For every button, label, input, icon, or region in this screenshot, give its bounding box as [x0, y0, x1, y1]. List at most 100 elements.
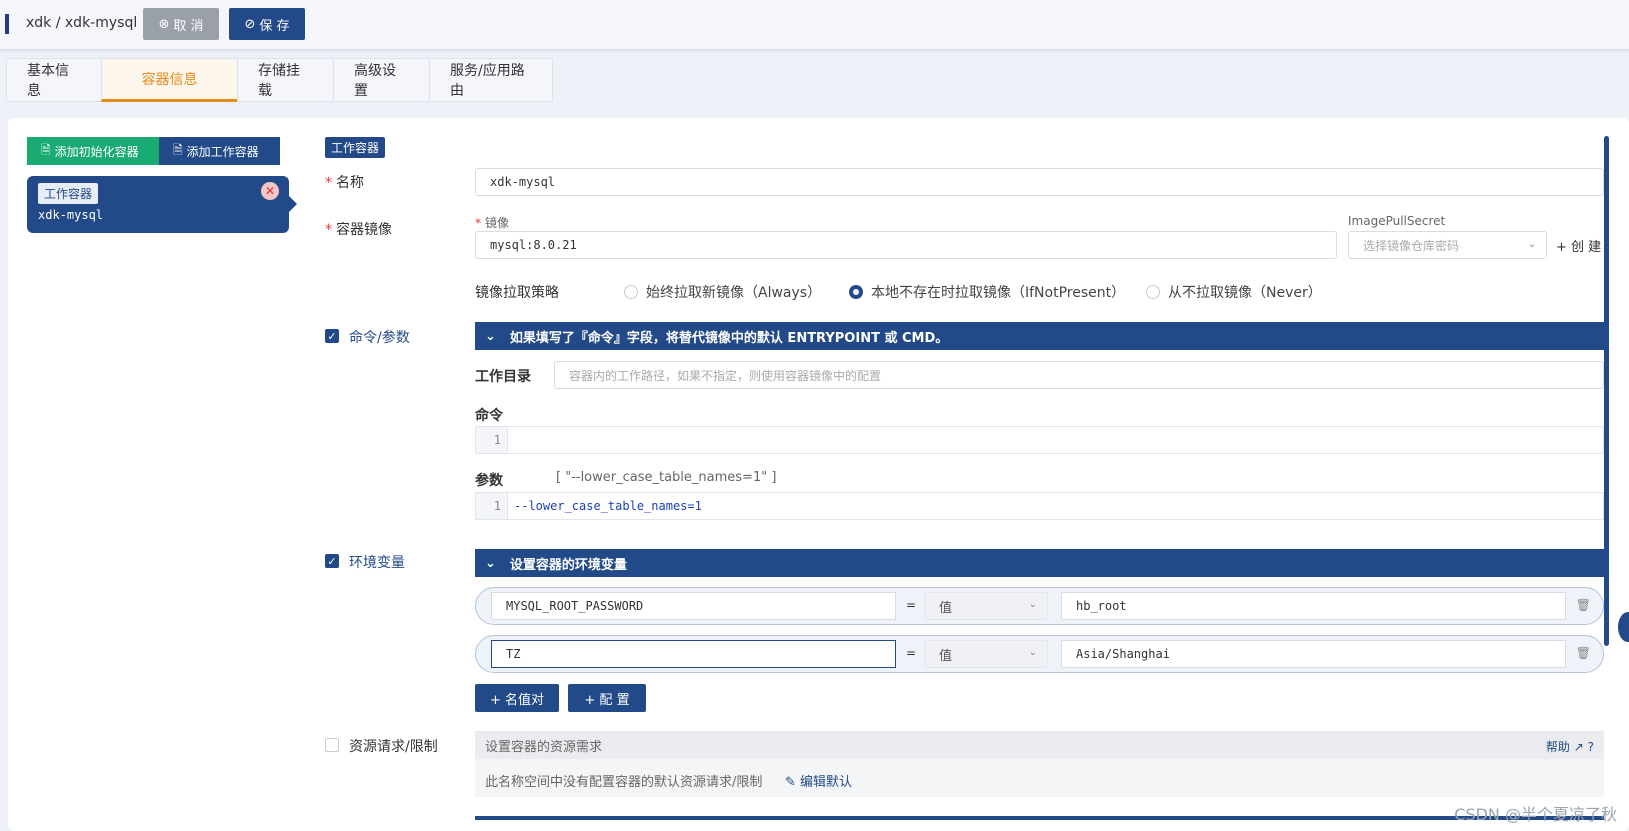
- resource-label[interactable]: 资源请求/限制: [349, 736, 438, 756]
- add-work-container-button[interactable]: 🗎 添加工作容器: [159, 137, 280, 165]
- env-name-input[interactable]: MYSQL_ROOT_PASSWORD: [491, 592, 896, 620]
- chevron-down-icon: ⌄: [1028, 647, 1037, 658]
- tab-basic-info[interactable]: 基本信息: [6, 58, 101, 102]
- name-input[interactable]: xdk-mysql: [475, 168, 1604, 196]
- external-link-icon: ↗: [1573, 740, 1584, 754]
- title-accent-bar: [5, 14, 9, 34]
- env-type-label: 值: [939, 600, 953, 616]
- radio-icon: [1146, 285, 1160, 299]
- file-add-icon: 🗎: [173, 142, 183, 157]
- add-config-button[interactable]: + 配 置: [568, 684, 646, 712]
- add-init-label: 添加初始化容器: [54, 144, 139, 159]
- env-eq: =: [906, 646, 917, 660]
- env-banner-text: 设置容器的环境变量: [509, 557, 627, 573]
- trash-icon[interactable]: 🗑: [1576, 646, 1591, 660]
- resource-box: 设置容器的资源需求 帮助 ↗ ? 此名称空间中没有配置容器的默认资源请求/限制 …: [475, 731, 1604, 797]
- workdir-label: 工作目录: [475, 369, 531, 385]
- env-banner[interactable]: ⌄ 设置容器的环境变量: [475, 549, 1604, 577]
- cmd-banner[interactable]: ⌄ 如果填写了『命令』字段，将替代镜像中的默认 ENTRYPOINT 或 CMD…: [475, 322, 1604, 350]
- save-button[interactable]: ⊘ 保 存: [229, 8, 305, 40]
- image-sub-label-text: 镜像: [485, 216, 510, 230]
- help-label: 帮助: [1545, 740, 1570, 754]
- cmd-label[interactable]: 命令/参数: [349, 327, 410, 347]
- pull-policy-always-label: 始终拉取新镜像（Always）: [646, 285, 822, 301]
- pull-secret-select[interactable]: 选择镜像仓库密码 ⌄: [1348, 231, 1547, 259]
- create-secret-button[interactable]: + 创 建: [1556, 236, 1601, 255]
- section-divider: [475, 816, 1604, 820]
- question-icon: ?: [1587, 740, 1594, 754]
- pull-policy-never[interactable]: 从不拉取镜像（Never）: [1146, 282, 1322, 302]
- env-value-input[interactable]: hb_root: [1061, 592, 1566, 620]
- command-line[interactable]: [508, 427, 514, 453]
- resource-checkbox[interactable]: [325, 738, 339, 752]
- tab-service-routing[interactable]: 服务/应用路由: [429, 58, 553, 102]
- pull-policy-ifnotpresent-label: 本地不存在时拉取镜像（IfNotPresent）: [871, 285, 1126, 301]
- env-type-select[interactable]: 值 ⌄: [924, 592, 1048, 620]
- tab-storage-mount[interactable]: 存储挂载: [237, 58, 333, 102]
- name-label: * 名称: [325, 175, 364, 191]
- page-header: xdk / xdk-mysql ⊗ 取 消 ⊘ 保 存: [0, 0, 1629, 50]
- pull-secret-label: ImagePullSecret: [1348, 214, 1446, 228]
- pull-policy-always[interactable]: 始终拉取新镜像（Always）: [624, 282, 821, 302]
- cmd-checkbox[interactable]: ✓: [325, 329, 339, 343]
- file-add-icon: 🗎: [41, 142, 51, 157]
- scrollbar[interactable]: [1604, 136, 1609, 646]
- env-label[interactable]: 环境变量: [349, 552, 405, 572]
- trash-icon[interactable]: 🗑: [1576, 598, 1591, 612]
- add-init-container-button[interactable]: 🗎 添加初始化容器: [27, 137, 159, 165]
- pull-policy-label: 镜像拉取策略: [475, 285, 559, 301]
- cancel-icon: ⊗: [158, 16, 170, 32]
- container-type-badge: 工作容器: [38, 183, 99, 204]
- chevron-down-icon: ⌄: [485, 328, 496, 344]
- env-value-input[interactable]: Asia/Shanghai: [1061, 640, 1566, 668]
- env-row: TZ = 值 ⌄ Asia/Shanghai 🗑: [475, 635, 1604, 673]
- image-sub-label: * 镜像: [475, 216, 510, 230]
- save-label: 保 存: [259, 18, 290, 34]
- env-eq: =: [906, 598, 917, 612]
- container-card[interactable]: 工作容器 xdk-mysql ✕: [27, 176, 297, 233]
- env-type-select[interactable]: 值 ⌄: [924, 640, 1048, 668]
- chevron-down-icon: ⌄: [1028, 599, 1037, 610]
- name-label-text: 名称: [336, 175, 364, 191]
- edit-default-link[interactable]: ✎ 编辑默认: [785, 771, 852, 790]
- env-checkbox[interactable]: ✓: [325, 554, 339, 568]
- image-input[interactable]: mysql:8.0.21: [475, 231, 1337, 259]
- workdir-input[interactable]: 容器内的工作路径，如果不指定，则使用容器镜像中的配置: [554, 361, 1604, 389]
- args-line[interactable]: --lower_case_table_names=1: [508, 493, 702, 519]
- pull-policy-ifnotpresent[interactable]: 本地不存在时拉取镜像（IfNotPresent）: [849, 282, 1125, 302]
- pull-policy-never-label: 从不拉取镜像（Never）: [1168, 285, 1322, 301]
- command-editor[interactable]: 1: [475, 426, 1604, 454]
- args-editor[interactable]: 1 --lower_case_table_names=1: [475, 492, 1604, 520]
- env-name-input[interactable]: TZ: [491, 640, 896, 668]
- help-link[interactable]: 帮助 ↗ ?: [1546, 738, 1594, 755]
- check-circle-icon: ⊘: [244, 16, 256, 32]
- pull-secret-placeholder: 选择镜像仓库密码: [1363, 238, 1460, 253]
- chevron-down-icon: ⌄: [485, 555, 496, 571]
- add-pair-button[interactable]: + 名值对: [475, 684, 559, 712]
- image-label: * 容器镜像: [325, 222, 392, 238]
- resource-head-text: 设置容器的资源需求: [485, 739, 603, 755]
- args-hint: [ "--lower_case_table_names=1" ]: [556, 470, 777, 485]
- pencil-icon: ✎: [785, 775, 796, 790]
- add-work-label: 添加工作容器: [186, 144, 259, 159]
- radio-selected-icon: [849, 285, 863, 299]
- env-type-label: 值: [939, 648, 953, 664]
- env-row: MYSQL_ROOT_PASSWORD = 值 ⌄ hb_root 🗑: [475, 587, 1604, 625]
- image-label-text: 容器镜像: [336, 222, 392, 238]
- tab-advanced-settings[interactable]: 高级设置: [333, 58, 429, 102]
- cancel-button[interactable]: ⊗ 取 消: [143, 8, 219, 40]
- add-container-buttons: 🗎 添加初始化容器 🗎 添加工作容器: [27, 137, 280, 165]
- breadcrumb-title: xdk / xdk-mysql: [26, 15, 138, 31]
- section-tag: 工作容器: [325, 137, 386, 158]
- cmd-banner-text: 如果填写了『命令』字段，将替代镜像中的默认 ENTRYPOINT 或 CMD。: [509, 330, 949, 346]
- close-icon[interactable]: ✕: [261, 182, 279, 200]
- line-number: 1: [476, 493, 508, 519]
- tab-container-info[interactable]: 容器信息: [101, 58, 237, 102]
- tab-bar: 基本信息 容器信息 存储挂载 高级设置 服务/应用路由: [6, 58, 553, 102]
- chevron-down-icon: ⌄: [1527, 239, 1536, 250]
- watermark: CSDN @半个夏凉了秋: [1454, 805, 1617, 824]
- args-label: 参数: [475, 473, 503, 489]
- container-card-name: xdk-mysql: [38, 208, 104, 222]
- cancel-label: 取 消: [173, 18, 204, 34]
- resource-head: 设置容器的资源需求 帮助 ↗ ?: [475, 731, 1604, 759]
